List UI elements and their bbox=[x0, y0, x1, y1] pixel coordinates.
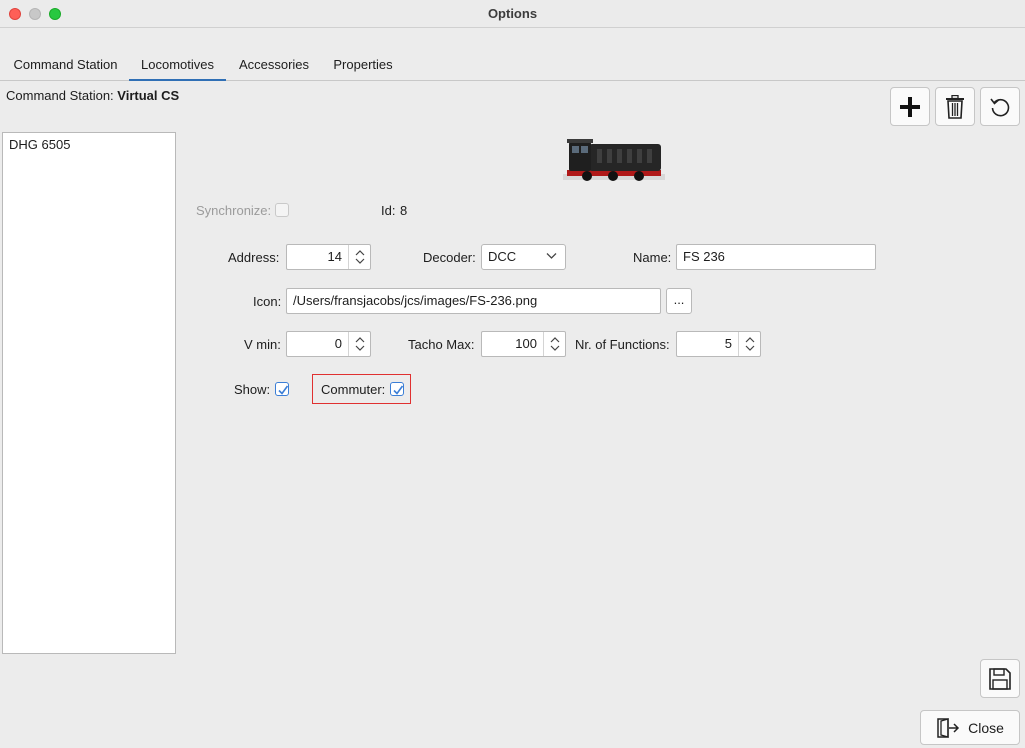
stepper-arrows-icon[interactable] bbox=[738, 332, 760, 356]
command-station-caption: Command Station: bbox=[6, 88, 114, 103]
delete-locomotive-button[interactable] bbox=[935, 87, 975, 126]
window-title: Options bbox=[487, 6, 538, 21]
locomotive-image bbox=[563, 139, 665, 181]
functions-value: 5 bbox=[724, 336, 732, 351]
tab-locomotives[interactable]: Locomotives bbox=[129, 52, 226, 81]
tacho-max-label: Tacho Max: bbox=[408, 337, 475, 352]
stepper-arrows-icon[interactable] bbox=[543, 332, 565, 356]
commuter-label: Commuter: bbox=[321, 382, 386, 397]
decoder-label: Decoder: bbox=[423, 250, 476, 265]
tab-bar: Command Station Locomotives Accessories … bbox=[0, 52, 1025, 81]
vmin-value: 0 bbox=[334, 336, 342, 351]
save-button[interactable] bbox=[980, 659, 1020, 698]
plus-icon bbox=[900, 96, 920, 117]
synchronize-checkbox[interactable] bbox=[275, 203, 289, 217]
name-field[interactable]: FS 236 bbox=[676, 244, 876, 270]
close-button-label: Close bbox=[968, 719, 1004, 736]
close-button[interactable]: Close bbox=[920, 710, 1020, 745]
browse-icon-button[interactable]: ... bbox=[666, 288, 692, 314]
id-label: Id: bbox=[381, 203, 396, 218]
vmin-label: V min: bbox=[244, 337, 281, 352]
name-label: Name: bbox=[633, 250, 672, 265]
tab-accessories[interactable]: Accessories bbox=[230, 52, 318, 81]
command-station-value: Virtual CS bbox=[117, 88, 180, 103]
address-value: 14 bbox=[327, 249, 342, 264]
add-locomotive-button[interactable] bbox=[890, 87, 930, 126]
functions-stepper[interactable]: 5 bbox=[676, 331, 761, 357]
show-checkbox[interactable] bbox=[275, 382, 289, 396]
tacho-max-value: 100 bbox=[515, 336, 537, 351]
command-station-label: Command Station: Virtual CS bbox=[6, 88, 179, 103]
show-label: Show: bbox=[234, 382, 271, 397]
checkmark-icon bbox=[278, 385, 289, 395]
checkmark-icon bbox=[393, 385, 404, 395]
locomotive-list[interactable]: DHG 6505 bbox=[2, 132, 176, 654]
synchronize-label: Synchronize: bbox=[196, 203, 272, 218]
tacho-max-stepper[interactable]: 100 bbox=[481, 331, 566, 357]
icon-label: Icon: bbox=[253, 294, 282, 309]
vmin-stepper[interactable]: 0 bbox=[286, 331, 371, 357]
chevron-down-icon bbox=[546, 253, 557, 259]
tab-command-station[interactable]: Command Station bbox=[5, 52, 126, 81]
exit-door-icon bbox=[937, 717, 960, 738]
stepper-arrows-icon[interactable] bbox=[348, 245, 370, 269]
decoder-select[interactable]: DCC bbox=[481, 244, 566, 270]
save-icon bbox=[989, 667, 1011, 690]
commuter-checkbox[interactable] bbox=[390, 382, 404, 396]
decoder-value: DCC bbox=[488, 249, 517, 264]
id-value: 8 bbox=[400, 203, 408, 218]
functions-label: Nr. of Functions: bbox=[575, 337, 670, 352]
title-bar: Options bbox=[0, 0, 1025, 28]
tab-properties[interactable]: Properties bbox=[326, 52, 400, 81]
refresh-button[interactable] bbox=[980, 87, 1020, 126]
address-stepper[interactable]: 14 bbox=[286, 244, 371, 270]
list-item[interactable]: DHG 6505 bbox=[3, 133, 175, 156]
icon-path-field[interactable]: /Users/fransjacobs/jcs/images/FS-236.png bbox=[286, 288, 661, 314]
trash-icon bbox=[946, 94, 964, 119]
address-label: Address: bbox=[228, 250, 280, 265]
refresh-icon bbox=[990, 98, 1010, 116]
stepper-arrows-icon[interactable] bbox=[348, 332, 370, 356]
